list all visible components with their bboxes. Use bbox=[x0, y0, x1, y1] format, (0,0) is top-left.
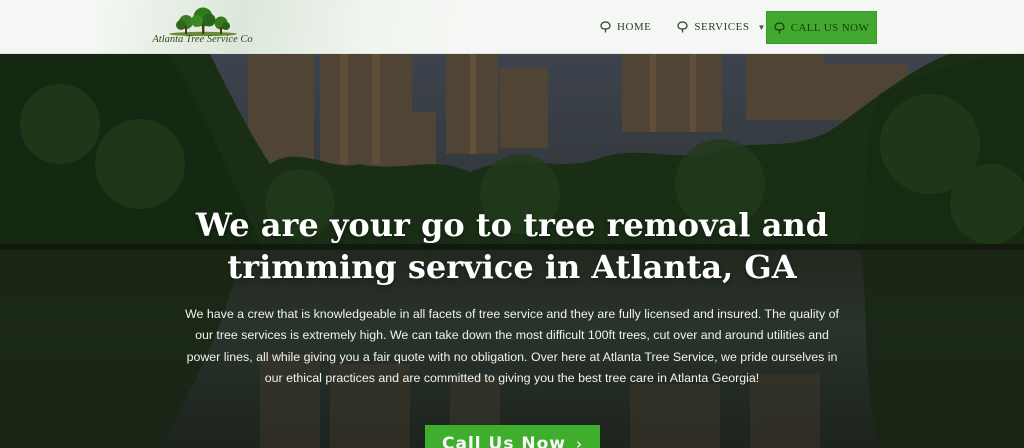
hero-section: We are your go to tree removal and trimm… bbox=[0, 54, 1024, 448]
tree-icon bbox=[677, 21, 688, 33]
hero-cta-label: Call Us Now bbox=[442, 434, 566, 448]
hero-call-us-now-button[interactable]: Call Us Now › bbox=[425, 425, 600, 448]
chevron-right-icon: › bbox=[575, 435, 583, 448]
call-us-now-button[interactable]: CALL US NOW bbox=[766, 11, 877, 44]
chevron-down-icon[interactable]: ▼ bbox=[757, 23, 765, 32]
logo-text: Atlanta Tree Service Co bbox=[152, 34, 253, 45]
hero-title-line-1: We are your go to tree removal and bbox=[195, 206, 829, 244]
tree-icon bbox=[774, 21, 785, 34]
logo-trees-icon bbox=[168, 7, 237, 36]
hero-title: We are your go to tree removal and trimm… bbox=[160, 204, 864, 288]
tree-icon bbox=[600, 21, 611, 33]
main-nav: HOME SERVICES ▼ bbox=[600, 0, 792, 54]
nav-item-label: SERVICES bbox=[694, 21, 750, 33]
nav-item-label: HOME bbox=[617, 21, 652, 33]
nav-item-services[interactable]: SERVICES ▼ bbox=[677, 21, 766, 33]
call-us-now-label: CALL US NOW bbox=[790, 21, 870, 34]
hero-title-line-2: trimming service in Atlanta, GA bbox=[227, 248, 797, 286]
site-header: Atlanta Tree Service Co HOME SERVICES ▼ … bbox=[0, 0, 1024, 54]
nav-item-home[interactable]: HOME bbox=[600, 21, 651, 33]
site-logo[interactable]: Atlanta Tree Service Co bbox=[145, 6, 260, 50]
hero-description: We have a crew that is knowledgeable in … bbox=[185, 307, 839, 385]
